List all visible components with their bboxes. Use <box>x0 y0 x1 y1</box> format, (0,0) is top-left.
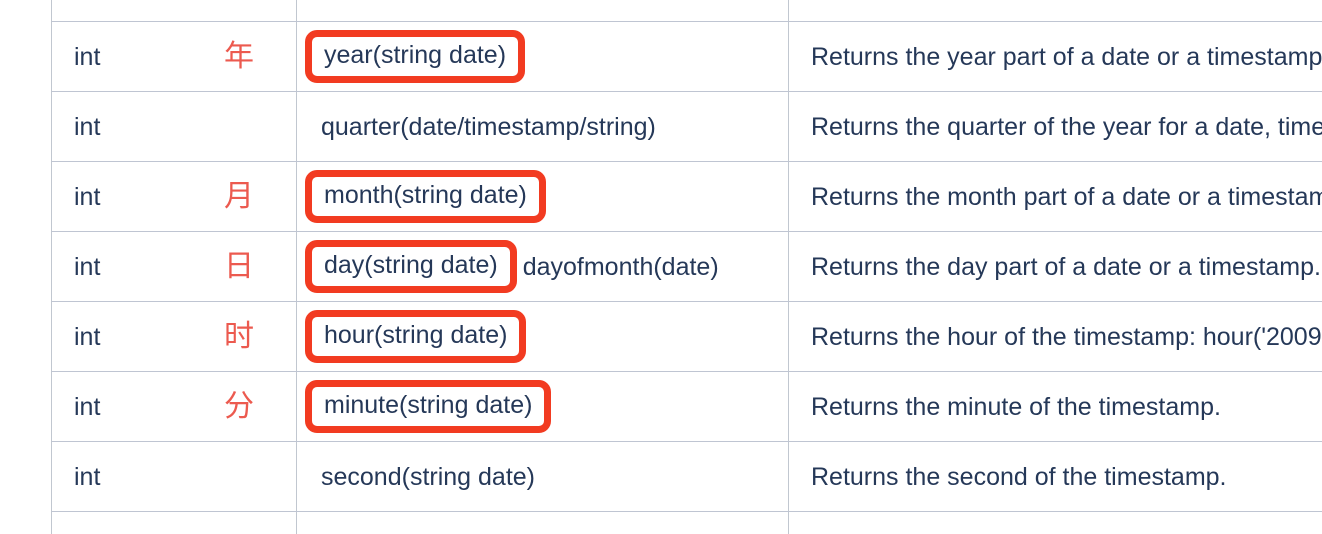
cell-return-type <box>51 511 297 534</box>
cell-return-type: int <box>51 441 297 512</box>
function-signature-text: dayofmonth(date) <box>522 252 719 281</box>
description-text: Returns the quarter of the year for a da… <box>811 112 1322 141</box>
function-signature-text: quarter(date/timestamp/string) <box>321 112 656 141</box>
table-row: int quarter(date/timestamp/string) Returns… <box>51 91 1322 162</box>
cjk-annotation: 年 <box>224 38 254 74</box>
cell-return-type: int 分 <box>51 371 297 442</box>
description-text: Returns the hour of the timestamp: hour(… <box>811 322 1322 351</box>
red-highlight-box: month(string date) <box>305 170 546 223</box>
type-cell-content: int 时 <box>74 318 274 354</box>
cell-function-signature: month(string date) <box>296 161 789 232</box>
red-highlight-box: minute(string date) <box>305 380 552 433</box>
description-text: Returns the year part of a date or a tim… <box>811 42 1322 71</box>
cjk-annotation: 月 <box>224 178 254 214</box>
signature-cell-content: quarter(date/timestamp/string) <box>319 112 766 142</box>
signature-cell-content: hour(string date) <box>305 310 766 363</box>
cell-description: Returns the second of the timestamp. <box>788 441 1322 512</box>
type-cell-content: int <box>74 462 274 492</box>
cell-function-signature: second(string date) <box>296 441 789 512</box>
description-text: Returns the second of the timestamp. <box>811 462 1227 491</box>
type-cell-content: int <box>74 112 274 142</box>
cell-return-type: int <box>51 91 297 162</box>
cjk-annotation: 分 <box>224 388 254 424</box>
return-type-label: int <box>74 252 101 281</box>
cell-function-signature: hour(string date) <box>296 301 789 372</box>
cell-function-signature: day(string date) dayofmonth(date) <box>296 231 789 302</box>
table-row: int 日 day(string date) dayofmonth(date) Retu… <box>51 231 1322 302</box>
cell-description <box>788 511 1322 534</box>
table-row: int 时 hour(string date) Returns the hour of… <box>51 301 1322 372</box>
cjk-annotation: 时 <box>224 318 254 354</box>
cjk-annotation: 日 <box>224 248 254 284</box>
return-type-label: int <box>74 182 101 211</box>
type-cell-content: int 年 <box>74 38 274 74</box>
cell-return-type: int 日 <box>51 231 297 302</box>
screenshot-root: int 年 year(string date) Returns the year pa… <box>0 0 1322 534</box>
cell-function-signature <box>296 511 789 534</box>
red-highlight-box: day(string date) <box>305 240 517 293</box>
red-highlight-box: year(string date) <box>305 30 526 83</box>
signature-cell-content: year(string date) <box>305 30 766 83</box>
cell-description: Returns the quarter of the year for a da… <box>788 91 1322 162</box>
table-body: int 年 year(string date) Returns the year pa… <box>51 0 1322 534</box>
description-text: Returns the minute of the timestamp. <box>811 392 1221 421</box>
red-highlight-box: hour(string date) <box>305 310 527 363</box>
type-cell-content: int 日 <box>74 248 274 284</box>
function-reference-table: int 年 year(string date) Returns the year pa… <box>51 0 1322 534</box>
table-row: int 年 year(string date) Returns the year pa… <box>51 21 1322 92</box>
return-type-label: int <box>74 42 101 71</box>
return-type-label: int <box>74 322 101 351</box>
cell-description <box>788 0 1322 22</box>
table-row: int 分 minute(string date) Returns the minut… <box>51 371 1322 442</box>
signature-cell-content: second(string date) <box>319 462 766 492</box>
cell-function-signature: year(string date) <box>296 21 789 92</box>
cell-function-signature <box>296 0 789 22</box>
type-cell-content: int 月 <box>74 178 274 214</box>
description-text: Returns the day part of a date or a time… <box>811 252 1321 281</box>
return-type-label: int <box>74 392 101 421</box>
cell-return-type <box>51 0 297 22</box>
table-row: int 月 month(string date) Returns the month … <box>51 161 1322 232</box>
cell-description: Returns the month part of a date or a ti… <box>788 161 1322 232</box>
cell-function-signature: quarter(date/timestamp/string) <box>296 91 789 162</box>
cell-description: Returns the minute of the timestamp. <box>788 371 1322 442</box>
signature-cell-content: month(string date) <box>305 170 766 223</box>
return-type-label: int <box>74 112 101 141</box>
function-signature-text: second(string date) <box>321 462 536 491</box>
table-row <box>51 511 1322 534</box>
table-row: int second(string date) Returns the second… <box>51 441 1322 512</box>
cell-return-type: int 月 <box>51 161 297 232</box>
description-text: Returns the month part of a date or a ti… <box>811 182 1322 211</box>
table-row <box>51 0 1322 22</box>
cell-function-signature: minute(string date) <box>296 371 789 442</box>
cell-description: Returns the year part of a date or a tim… <box>788 21 1322 92</box>
cell-return-type: int 时 <box>51 301 297 372</box>
cell-description: Returns the day part of a date or a time… <box>788 231 1322 302</box>
return-type-label: int <box>74 462 101 491</box>
signature-cell-content: minute(string date) <box>305 380 766 433</box>
signature-cell-content: day(string date) dayofmonth(date) <box>305 240 766 293</box>
type-cell-content: int 分 <box>74 388 274 424</box>
cell-return-type: int 年 <box>51 21 297 92</box>
cell-description: Returns the hour of the timestamp: hour(… <box>788 301 1322 372</box>
